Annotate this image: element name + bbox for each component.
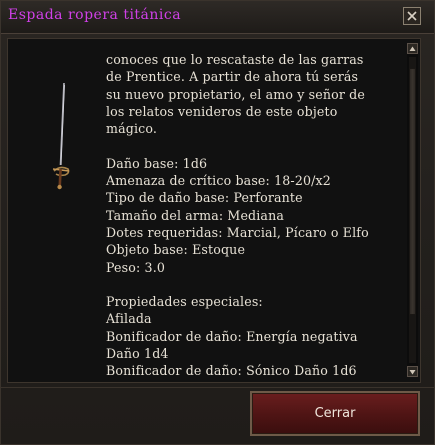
item-examine-window: Espada ropera titánica conoces que lo re… <box>0 0 435 445</box>
property-line: Bonificador de daño: Sónico Daño 1d6 <box>106 363 357 379</box>
description-line: conoces que lo rescataste de las garras <box>106 52 364 67</box>
property-line: Daño 1d4 <box>106 346 169 362</box>
description-panel: conoces que lo rescataste de las garras … <box>7 38 421 383</box>
stat-line: Tamaño del arma: Mediana <box>106 207 285 223</box>
rapier-sword-icon <box>52 82 70 190</box>
arrow-up-icon <box>409 46 416 51</box>
close-dialog-button[interactable]: Cerrar <box>250 391 420 436</box>
close-dialog-button-label: Cerrar <box>314 406 356 421</box>
scroll-down-button[interactable] <box>407 366 418 377</box>
footer-divider <box>1 387 434 388</box>
stat-line: Objeto base: Estoque <box>106 242 246 258</box>
scroll-thumb[interactable] <box>409 68 416 315</box>
stat-line: Dotes requeridas: Marcial, Pícaro o Elfo <box>106 224 369 240</box>
property-line: Propiedades especiales: <box>106 294 263 310</box>
description-line: mágico. <box>106 121 158 137</box>
title-bar[interactable]: Espada ropera titánica <box>1 1 434 34</box>
window-title: Espada ropera titánica <box>8 7 182 23</box>
scroll-up-button[interactable] <box>407 43 418 54</box>
scroll-track[interactable] <box>409 57 416 363</box>
close-icon <box>407 11 417 21</box>
description-line: de Prentice. A partir de ahora tú serás <box>106 69 359 85</box>
vertical-scrollbar[interactable] <box>407 43 418 377</box>
arrow-down-icon <box>409 370 416 375</box>
stat-line: Amenaza de crítico base: 18-20/x2 <box>106 173 331 189</box>
description-line: los relatos venideros de este objeto <box>106 103 338 119</box>
property-line: Afilada <box>106 311 152 327</box>
description-line: su nuevo propietario, el amo y señor de <box>106 86 365 102</box>
property-line: Bonificador de daño: Energía negativa <box>106 328 358 344</box>
stat-line: Tipo de daño base: Perforante <box>106 190 303 206</box>
item-description-text: conoces que lo rescataste de las garras … <box>106 51 401 380</box>
stat-line: Daño base: 1d6 <box>106 155 208 171</box>
stat-line: Peso: 3.0 <box>106 259 166 275</box>
close-button[interactable] <box>403 7 421 25</box>
